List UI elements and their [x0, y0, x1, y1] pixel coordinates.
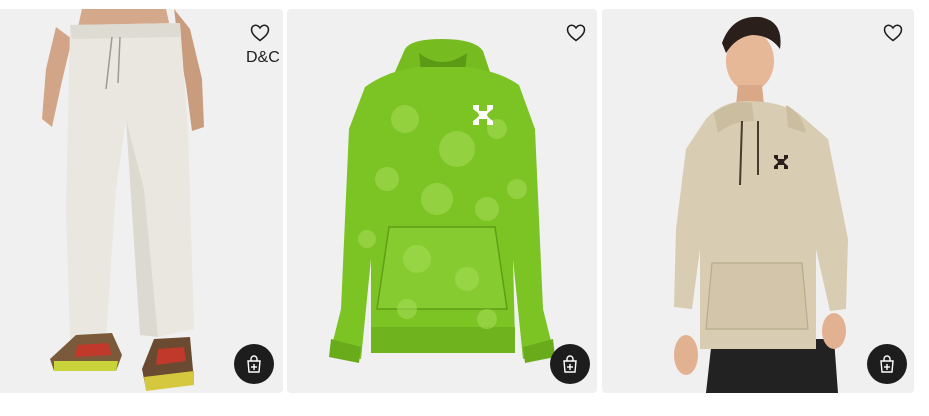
wishlist-heart-icon[interactable] — [564, 21, 588, 45]
product-card-joggers[interactable] — [0, 9, 283, 393]
product-badge: D&C — [246, 49, 280, 66]
product-card-green-hoodie[interactable] — [287, 9, 597, 393]
wishlist-heart-icon[interactable] — [881, 21, 905, 45]
product-image-beige-hoodie[interactable] — [602, 9, 914, 393]
quick-add-bag-plus-icon[interactable] — [550, 344, 590, 384]
product-image-joggers[interactable] — [0, 9, 283, 393]
product-image-green-hoodie[interactable] — [287, 9, 597, 393]
quick-add-bag-plus-icon[interactable] — [867, 344, 907, 384]
product-card-beige-hoodie[interactable] — [602, 9, 914, 393]
wishlist-heart-icon[interactable] — [248, 21, 272, 45]
quick-add-bag-plus-icon[interactable] — [234, 344, 274, 384]
